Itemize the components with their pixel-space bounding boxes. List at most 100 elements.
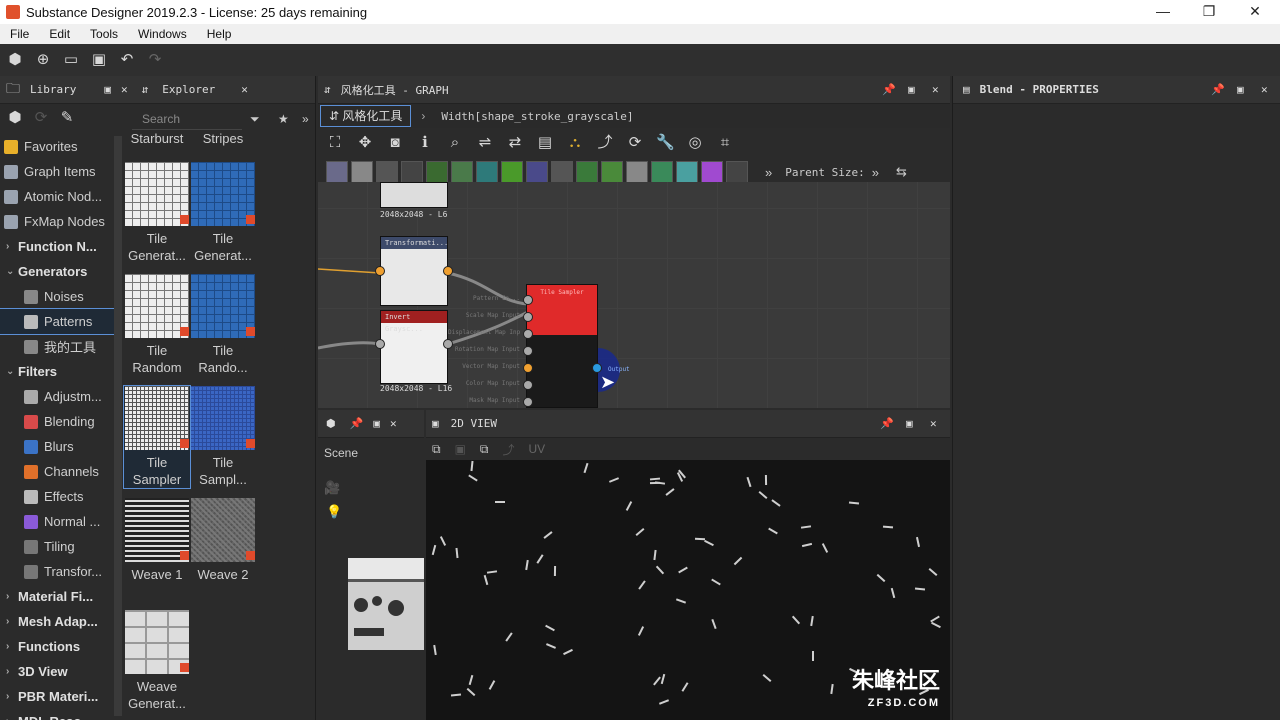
pattern-thumbnail[interactable]: Tile Generat...	[190, 162, 256, 264]
layout-icon[interactable]: ▤	[536, 134, 554, 152]
output-icon[interactable]	[726, 161, 748, 183]
warp-icon[interactable]	[526, 161, 548, 183]
view2d-share-icon[interactable]: ⤴	[503, 441, 515, 458]
svg-node-icon[interactable]	[351, 161, 373, 183]
invert-node[interactable]: Invert Graysc...	[380, 310, 448, 384]
blend-icon[interactable]	[626, 161, 648, 183]
view3d-close-icon[interactable]: ✕	[390, 417, 397, 430]
view2d-export-icon[interactable]: ⧉	[432, 442, 441, 457]
menu-windows[interactable]: Windows	[128, 27, 197, 41]
align-icon[interactable]: ⇌	[476, 134, 494, 152]
tree-item[interactable]: Blurs	[0, 434, 122, 459]
shuffle-icon[interactable]	[401, 161, 423, 183]
sampler-input-port[interactable]	[523, 312, 533, 322]
tree-item[interactable]: Graph Items	[0, 159, 122, 184]
expand-arrow-icon[interactable]: ›	[6, 666, 18, 677]
pattern-thumbnail[interactable]: Weave 2	[190, 498, 256, 583]
sampler-input-port[interactable]	[523, 397, 533, 407]
pattern-thumbnail[interactable]: Weave Generat...	[124, 610, 190, 712]
new-graph-icon[interactable]: ⊕	[34, 51, 52, 69]
uv-dropdown[interactable]: UV	[529, 442, 546, 456]
tree-item[interactable]: Transfor...	[0, 559, 122, 584]
transform-input-port[interactable]	[375, 266, 385, 276]
expand-arrow-icon[interactable]: ›	[6, 716, 18, 720]
connect-icon[interactable]: ⤴	[596, 134, 614, 152]
tree-item[interactable]: FxMap Nodes	[0, 209, 122, 234]
menu-help[interactable]: Help	[197, 27, 242, 41]
fxmap-icon[interactable]	[576, 161, 598, 183]
view2d-close-icon[interactable]: ✕	[930, 417, 937, 430]
nodes-icon[interactable]: ⛬	[566, 134, 584, 152]
parent-size-label[interactable]: Parent Size:	[785, 166, 864, 179]
tree-item[interactable]: › Functions	[0, 634, 122, 659]
curve-icon[interactable]	[426, 161, 448, 183]
properties-float-icon[interactable]: ▣	[1237, 83, 1244, 96]
tree-item[interactable]: Effects	[0, 484, 122, 509]
tree-item[interactable]: › 3D View	[0, 659, 122, 684]
pattern-thumbnail[interactable]: Tile Random	[124, 274, 190, 376]
explorer-tab[interactable]: Explorer	[162, 83, 215, 96]
scene-label[interactable]: Scene	[318, 438, 424, 468]
info-icon[interactable]: ℹ	[416, 134, 434, 152]
library-edit-icon[interactable]: ✎	[58, 109, 76, 127]
hsl-icon[interactable]	[651, 161, 673, 183]
save-icon[interactable]: ▣	[90, 51, 108, 69]
expand-icon[interactable]: »	[302, 112, 309, 126]
expand-arrow-icon[interactable]: ›	[6, 241, 18, 252]
tree-item[interactable]: Adjustm...	[0, 384, 122, 409]
pixel-processor-icon[interactable]	[601, 161, 623, 183]
view2d-pin-icon[interactable]: 📌	[880, 417, 894, 430]
sampler-input-port[interactable]	[523, 329, 533, 339]
menu-tools[interactable]: Tools	[80, 27, 128, 41]
grid-header-starburst[interactable]: Starburst	[124, 130, 190, 147]
graph-link-icon[interactable]: ⇆	[896, 164, 907, 180]
wrench-icon[interactable]: 🔧	[656, 134, 675, 152]
undo-icon[interactable]: ↶	[118, 51, 136, 69]
tree-item[interactable]: › Function N...	[0, 234, 122, 259]
tree-item[interactable]: Patterns	[0, 308, 122, 335]
grid-icon[interactable]	[551, 161, 573, 183]
tile-sampler-node[interactable]: Tile Sampler	[526, 284, 598, 408]
graph-float-icon[interactable]: ▣	[908, 83, 915, 96]
levels-icon[interactable]	[501, 161, 523, 183]
tree-item[interactable]: Normal ...	[0, 509, 122, 534]
tree-item[interactable]: ›MDL Reso...	[0, 709, 122, 720]
library-add-icon[interactable]: ⬢	[6, 109, 24, 127]
pattern-thumbnail[interactable]: Tile Generat...	[124, 162, 190, 264]
transform-node[interactable]: Transformati...	[380, 236, 448, 306]
uniform-color-icon[interactable]	[376, 161, 398, 183]
menu-file[interactable]: File	[0, 27, 39, 41]
minimize-button[interactable]: —	[1140, 0, 1186, 24]
open-folder-icon[interactable]: ▭	[62, 51, 80, 69]
new-package-icon[interactable]: ⬢	[6, 51, 24, 69]
top-node[interactable]	[380, 182, 448, 208]
menu-edit[interactable]: Edit	[39, 27, 80, 41]
pattern-thumbnail[interactable]: Tile Sampler	[123, 385, 191, 489]
library-close-icon[interactable]: ✕	[121, 83, 128, 96]
expand-arrow-icon[interactable]: ›	[6, 616, 18, 627]
expand-arrow-icon[interactable]: ›	[6, 591, 18, 602]
graph-pin-icon[interactable]: 📌	[882, 83, 896, 96]
tree-item[interactable]: › PBR Materi...	[0, 684, 122, 709]
refresh-icon[interactable]: ⟳	[626, 134, 644, 152]
pattern-thumbnail[interactable]: Tile Sampl...	[190, 386, 256, 488]
tree-item[interactable]: Tiling	[0, 534, 122, 559]
library-tab[interactable]: Library	[30, 83, 76, 96]
explorer-close-icon[interactable]: ✕	[241, 83, 248, 96]
grid-header-stripes[interactable]: Stripes	[190, 130, 256, 147]
screenshot-icon[interactable]: ◙	[386, 134, 404, 152]
pattern-thumbnail[interactable]: Tile Rando...	[190, 274, 256, 376]
expand-arrow-icon[interactable]: ⌄	[6, 266, 18, 277]
view2d-float-icon[interactable]: ▣	[906, 417, 913, 430]
breadcrumb[interactable]: Width[shape_stroke_grayscale]	[441, 110, 633, 123]
crop-icon[interactable]: ⌗	[716, 134, 734, 152]
tree-item[interactable]: Blending	[0, 409, 122, 434]
frame-all-icon[interactable]: ⛶	[326, 134, 344, 152]
library-sync-icon[interactable]: ⟳	[32, 109, 50, 127]
preview-icon[interactable]: ◎	[686, 134, 704, 152]
invert-input-port[interactable]	[375, 339, 385, 349]
tree-item[interactable]: Favorites	[0, 134, 122, 159]
tree-item[interactable]: › Mesh Adap...	[0, 609, 122, 634]
gradient-icon[interactable]	[451, 161, 473, 183]
zoom-icon[interactable]: ⌕	[446, 134, 464, 152]
